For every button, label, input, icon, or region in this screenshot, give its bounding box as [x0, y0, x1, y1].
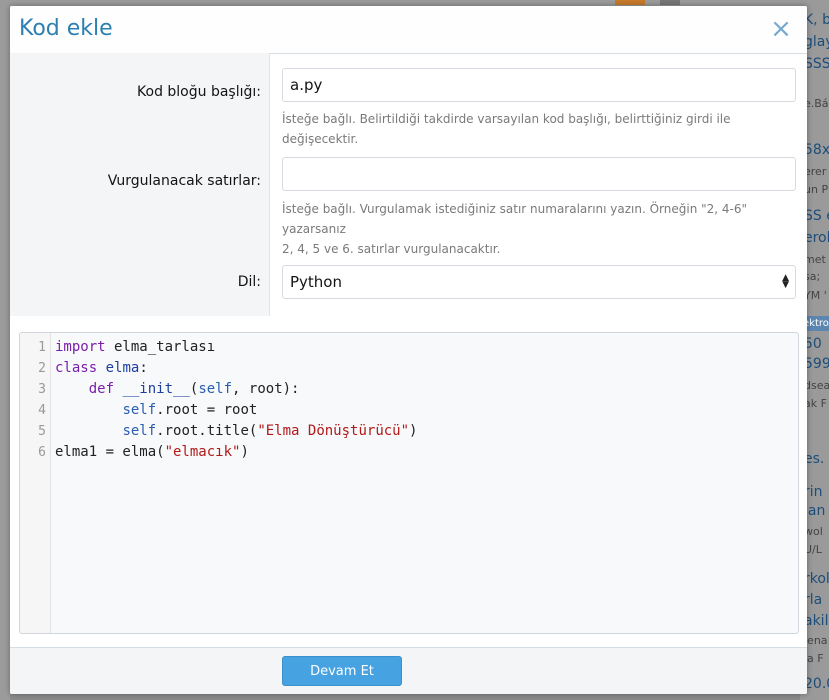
bg-fragment: akil: [804, 613, 829, 629]
bg-fragment: erol: [804, 230, 829, 246]
background-left-strip: [0, 0, 10, 700]
bg-fragment: 58x: [804, 142, 829, 158]
line-number-gutter: 1 2 3 4 5 6: [20, 333, 51, 633]
code-line: elma1 = elma("elmacık"): [55, 444, 249, 460]
bg-fragment: glay: [804, 34, 829, 50]
form-row-title: Kod bloğu başlığı: a.py İsteğe bağlı. Be…: [10, 53, 807, 151]
line-number: 3: [38, 382, 46, 397]
bg-fragment: 599: [804, 356, 829, 372]
code-title-hint: İsteğe bağlı. Belirtildiği takdirde vars…: [282, 112, 731, 146]
bg-fragment: met: [804, 253, 826, 266]
language-selected-value: Python: [290, 273, 342, 291]
dialog-header: Kod ekle ×: [10, 6, 807, 54]
bg-fragment: un P: [804, 183, 829, 196]
bg-fragment: iena: [804, 634, 828, 647]
bg-fragment: YM ': [804, 289, 827, 302]
hint-line: İsteğe bağlı. Vurgulamak istediğiniz sat…: [282, 202, 748, 236]
select-arrows-icon: ▲ ▼: [782, 273, 789, 290]
bg-fragment: rkol: [804, 571, 829, 587]
bg-fragment: es.: [804, 451, 825, 467]
bg-fragment: ak F: [804, 397, 827, 410]
form-row-highlight: Vurgulanacak satırlar: İsteğe bağlı. Vur…: [10, 151, 807, 256]
line-number: 5: [38, 424, 46, 439]
dialog-footer: Devam Et: [10, 647, 807, 694]
highlight-lines-hint: İsteğe bağlı. Vurgulamak istediğiniz sat…: [282, 199, 796, 259]
bg-fragment: K, b: [804, 12, 829, 28]
label-cell: Dil:: [10, 256, 270, 316]
close-icon[interactable]: ×: [769, 15, 793, 43]
bg-fragment: 20.0: [804, 676, 829, 692]
label-cell: Vurgulanacak satırlar:: [10, 151, 270, 256]
dialog-title: Kod ekle: [19, 16, 113, 41]
code-insert-dialog: Kod ekle × Kod bloğu başlığı: a.py İsteğ…: [10, 6, 807, 694]
form-row-language: Dil: Python ▲ ▼: [10, 256, 807, 316]
bg-fragment: erer: [804, 165, 827, 178]
bg-fragment: SSS: [804, 56, 829, 72]
code-line: self.root = root: [122, 402, 258, 418]
line-number: 4: [38, 403, 46, 418]
code-line: self.root.title("Elma Dönüştürücü"): [122, 423, 418, 439]
code-editor[interactable]: 1 2 3 4 5 6 import elma_tarlası class el…: [19, 332, 799, 634]
bg-fragment: dsea: [804, 379, 829, 392]
highlight-lines-label: Vurgulanacak satırlar:: [107, 173, 261, 189]
label-cell: Kod bloğu başlığı:: [10, 53, 270, 151]
highlight-lines-input[interactable]: [282, 157, 796, 191]
bg-fragment: SS e: [804, 208, 829, 224]
code-line: def __init__(self, root):: [88, 381, 300, 397]
line-number: 2: [38, 361, 46, 376]
bg-fragment: e.Bá: [804, 97, 829, 110]
language-label: Dil:: [237, 274, 261, 290]
line-number: 6: [38, 445, 46, 460]
code-line: class elma:: [55, 360, 148, 376]
continue-button[interactable]: Devam Et: [282, 656, 402, 686]
code-line: import elma_tarlası: [55, 339, 216, 355]
code-title-label: Kod bloğu başlığı:: [137, 84, 261, 100]
code-title-input[interactable]: a.py: [282, 68, 796, 102]
language-select[interactable]: Python ▲ ▼: [282, 265, 796, 299]
line-number: 1: [38, 340, 46, 355]
bg-fragment: lan: [804, 503, 826, 519]
